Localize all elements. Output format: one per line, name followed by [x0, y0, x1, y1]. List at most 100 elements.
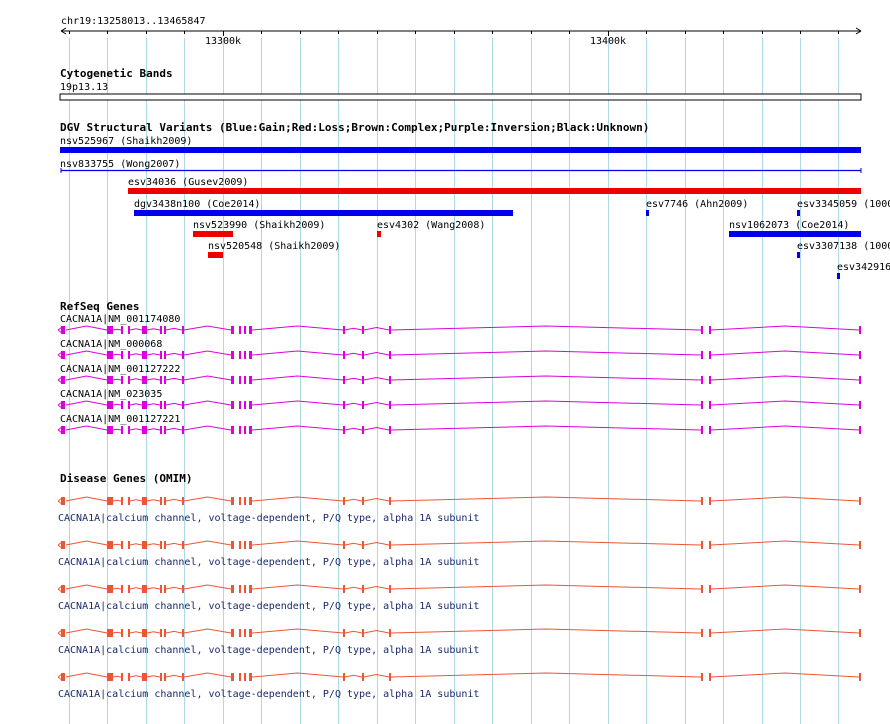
exon-block — [128, 376, 130, 384]
exon-block — [709, 426, 711, 434]
intron-line — [363, 673, 390, 678]
intron-line — [165, 586, 183, 590]
intron-line — [112, 631, 122, 634]
intron-line — [165, 427, 183, 431]
dgv-feature-label[interactable]: nsv1062073 (Coe2014) — [729, 220, 849, 231]
refseq-gene-label[interactable]: CACNA1A|NM_000068 — [60, 339, 162, 350]
intron-line — [363, 351, 390, 356]
dgv-feature-label[interactable]: nsv833755 (Wong2007) — [60, 159, 180, 170]
exon-block — [63, 629, 65, 637]
intron-line — [344, 674, 363, 678]
intron-line — [390, 350, 702, 356]
exon-block — [142, 673, 147, 681]
intron-line — [146, 675, 161, 678]
exon-block — [128, 541, 130, 549]
dgv-feature[interactable]: nsv520548 (Shaikh2009) — [208, 241, 340, 258]
exon-block — [249, 673, 252, 681]
exon-block — [107, 426, 113, 434]
dgv-feature-label[interactable]: esv3345059 (1000 — [797, 199, 890, 210]
dgv-feature[interactable]: dgv3438n100 (Coe2014) — [134, 199, 513, 216]
exon-block — [63, 326, 65, 334]
omim-gene-label[interactable]: CACNA1A|calcium channel, voltage-depende… — [58, 689, 479, 700]
exon-block — [142, 351, 147, 359]
dgv-feature-bar[interactable] — [377, 231, 381, 237]
intron-line — [344, 586, 363, 590]
exon-block — [709, 673, 711, 681]
exon-block — [239, 426, 241, 434]
dgv-feature-label[interactable]: esv4302 (Wang2008) — [377, 220, 485, 231]
exon-block — [709, 497, 711, 505]
ruler-coordinates: chr19:13258013..13465847 — [61, 16, 206, 27]
dgv-feature[interactable]: esv342916 — [837, 262, 890, 279]
intron-line — [344, 327, 363, 331]
dgv-feature-bar[interactable] — [60, 147, 861, 153]
dgv-feature[interactable]: nsv523990 (Shaikh2009) — [193, 220, 325, 237]
dgv-feature[interactable]: esv7746 (Ahn2009) — [646, 199, 748, 216]
dgv-feature-bar[interactable] — [128, 188, 861, 194]
dgv-feature-bar[interactable] — [837, 273, 840, 279]
omim-gene-label[interactable]: CACNA1A|calcium channel, voltage-depende… — [58, 557, 479, 568]
dgv-feature[interactable]: nsv525967 (Shaikh2009) — [60, 136, 861, 153]
omim-gene-model[interactable] — [57, 540, 861, 549]
dgv-feature-label[interactable]: esv342916 — [837, 262, 890, 273]
exon-block — [231, 673, 234, 681]
intron-line — [65, 425, 108, 431]
intron-line — [65, 400, 108, 406]
intron-line — [363, 326, 390, 331]
omim-gene-label[interactable]: CACNA1A|calcium channel, voltage-depende… — [58, 601, 479, 612]
exon-block — [701, 585, 703, 593]
dgv-feature-label[interactable]: nsv523990 (Shaikh2009) — [193, 220, 325, 231]
refseq-gene-model[interactable] — [57, 425, 861, 434]
cytoband-bar[interactable] — [59, 93, 862, 101]
exon-block — [239, 376, 241, 384]
dgv-feature[interactable]: esv34036 (Gusev2009) — [128, 177, 861, 194]
dgv-feature-label[interactable]: nsv525967 (Shaikh2009) — [60, 136, 192, 147]
refseq-gene-label[interactable]: CACNA1A|NM_001127221 — [60, 414, 180, 425]
cytoband-label[interactable]: 19p13.13 — [60, 82, 108, 93]
exon-block — [121, 326, 123, 334]
dgv-feature[interactable]: esv3307138 (1000 — [797, 241, 890, 258]
dgv-feature[interactable]: nsv1062073 (Coe2014) — [729, 220, 861, 237]
intron-line — [710, 375, 860, 381]
refseq-gene-model[interactable] — [57, 350, 861, 359]
refseq-gene-label[interactable]: CACNA1A|NM_001127222 — [60, 364, 180, 375]
omim-gene-model[interactable] — [57, 584, 861, 593]
exon-block — [121, 541, 123, 549]
intron-line — [251, 425, 344, 431]
intron-line — [165, 498, 183, 502]
dgv-feature[interactable]: esv3345059 (1000 — [797, 199, 890, 216]
dgv-feature-label[interactable]: esv7746 (Ahn2009) — [646, 199, 748, 210]
dgv-feature-bar[interactable] — [729, 231, 861, 237]
dgv-feature[interactable]: nsv833755 (Wong2007) — [60, 159, 862, 173]
intron-line — [165, 327, 183, 331]
dgv-feature-label[interactable]: nsv520548 (Shaikh2009) — [208, 241, 340, 252]
intron-line — [251, 375, 344, 381]
omim-gene-model[interactable] — [57, 496, 861, 505]
omim-gene-model[interactable] — [57, 628, 861, 637]
dgv-feature-bar[interactable] — [797, 252, 800, 258]
exon-block — [701, 351, 703, 359]
dgv-feature-label[interactable]: esv34036 (Gusev2009) — [128, 177, 248, 188]
dgv-feature[interactable]: esv4302 (Wang2008) — [377, 220, 485, 237]
refseq-gene-label[interactable]: CACNA1A|NM_023035 — [60, 389, 162, 400]
omim-gene-label[interactable]: CACNA1A|calcium channel, voltage-depende… — [58, 645, 479, 656]
exon-block — [709, 376, 711, 384]
refseq-gene-model[interactable] — [57, 375, 861, 384]
refseq-gene-model[interactable] — [57, 325, 861, 334]
intron-line — [390, 672, 702, 678]
refseq-gene-model[interactable] — [57, 400, 861, 409]
exon-block — [859, 673, 861, 681]
intron-line — [146, 631, 161, 634]
dgv-feature-bar[interactable] — [646, 210, 649, 216]
refseq-gene-label[interactable]: CACNA1A|NM_001174080 — [60, 314, 180, 325]
exon-block — [61, 585, 63, 593]
dgv-feature-label[interactable]: dgv3438n100 (Coe2014) — [134, 199, 260, 210]
dgv-feature-label[interactable]: esv3307138 (1000 — [797, 241, 890, 252]
exon-block — [61, 376, 63, 384]
dgv-feature-bar[interactable] — [193, 231, 233, 237]
omim-gene-label[interactable]: CACNA1A|calcium channel, voltage-depende… — [58, 513, 479, 524]
dgv-feature-bar[interactable] — [208, 252, 223, 258]
dgv-feature-bar[interactable] — [134, 210, 513, 216]
dgv-feature-bar[interactable] — [797, 210, 800, 216]
omim-gene-model[interactable] — [57, 672, 861, 681]
